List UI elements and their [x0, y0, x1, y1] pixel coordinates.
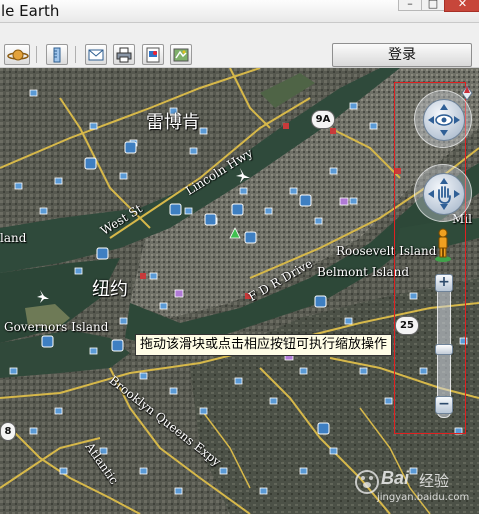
- save-image-icon: [146, 47, 160, 63]
- view-maps-button[interactable]: [170, 44, 192, 65]
- planet-icon: [7, 49, 29, 61]
- ruler-button[interactable]: [46, 44, 68, 65]
- toolbar-separator: [75, 46, 76, 63]
- zoom-in-button[interactable]: +: [435, 274, 453, 292]
- map-label-governors: Governors Island: [4, 320, 109, 334]
- title-bar: le Earth – □ ✕: [0, 0, 479, 23]
- maximize-button[interactable]: □: [421, 0, 445, 11]
- north-icon[interactable]: [461, 86, 473, 100]
- print-button[interactable]: [113, 44, 135, 65]
- map-label-island: land: [0, 231, 27, 245]
- hand-icon: [428, 178, 460, 210]
- toolbar: 登录: [0, 23, 479, 68]
- toolbar-separator: [36, 46, 37, 63]
- earth-map-view[interactable]: 雷博肯 纽约 West St Lincoln Hwy F D R Drive R…: [0, 68, 479, 514]
- watermark-brand2: 经验: [419, 472, 450, 490]
- zoom-slider-thumb[interactable]: [435, 344, 453, 355]
- eye-icon: [428, 104, 460, 136]
- zoom-tooltip: 拖动该滑块或点击相应按钮可执行缩放操作: [135, 334, 393, 356]
- baidu-paw-icon: [355, 470, 379, 494]
- baidu-watermark: Bai 经验 jingyan.baidu.com: [355, 466, 479, 510]
- close-button[interactable]: ✕: [444, 0, 479, 12]
- save-image-button[interactable]: [142, 44, 164, 65]
- minimize-button[interactable]: –: [398, 0, 422, 11]
- ruler-icon: [53, 47, 61, 63]
- watermark-url: jingyan.baidu.com: [377, 492, 470, 503]
- print-icon: [116, 47, 132, 63]
- look-joystick-center[interactable]: [423, 99, 465, 141]
- route-shield-278: 8: [0, 422, 16, 441]
- move-joystick-center[interactable]: [423, 173, 465, 215]
- route-shield-9a: 9A: [311, 110, 335, 129]
- email-button[interactable]: [85, 44, 107, 65]
- window-title: le Earth: [1, 2, 60, 20]
- map-label-place1: 雷博肯: [146, 112, 200, 133]
- map-label-place2: 纽约: [92, 279, 128, 300]
- planet-button[interactable]: [4, 44, 30, 65]
- view-maps-icon: [173, 48, 189, 62]
- move-joystick[interactable]: [414, 164, 472, 222]
- login-button[interactable]: 登录: [332, 43, 472, 67]
- email-icon: [88, 49, 104, 61]
- watermark-brand: Bai: [381, 468, 410, 488]
- street-view-pegman-icon[interactable]: [434, 228, 452, 262]
- zoom-out-button[interactable]: −: [435, 396, 453, 414]
